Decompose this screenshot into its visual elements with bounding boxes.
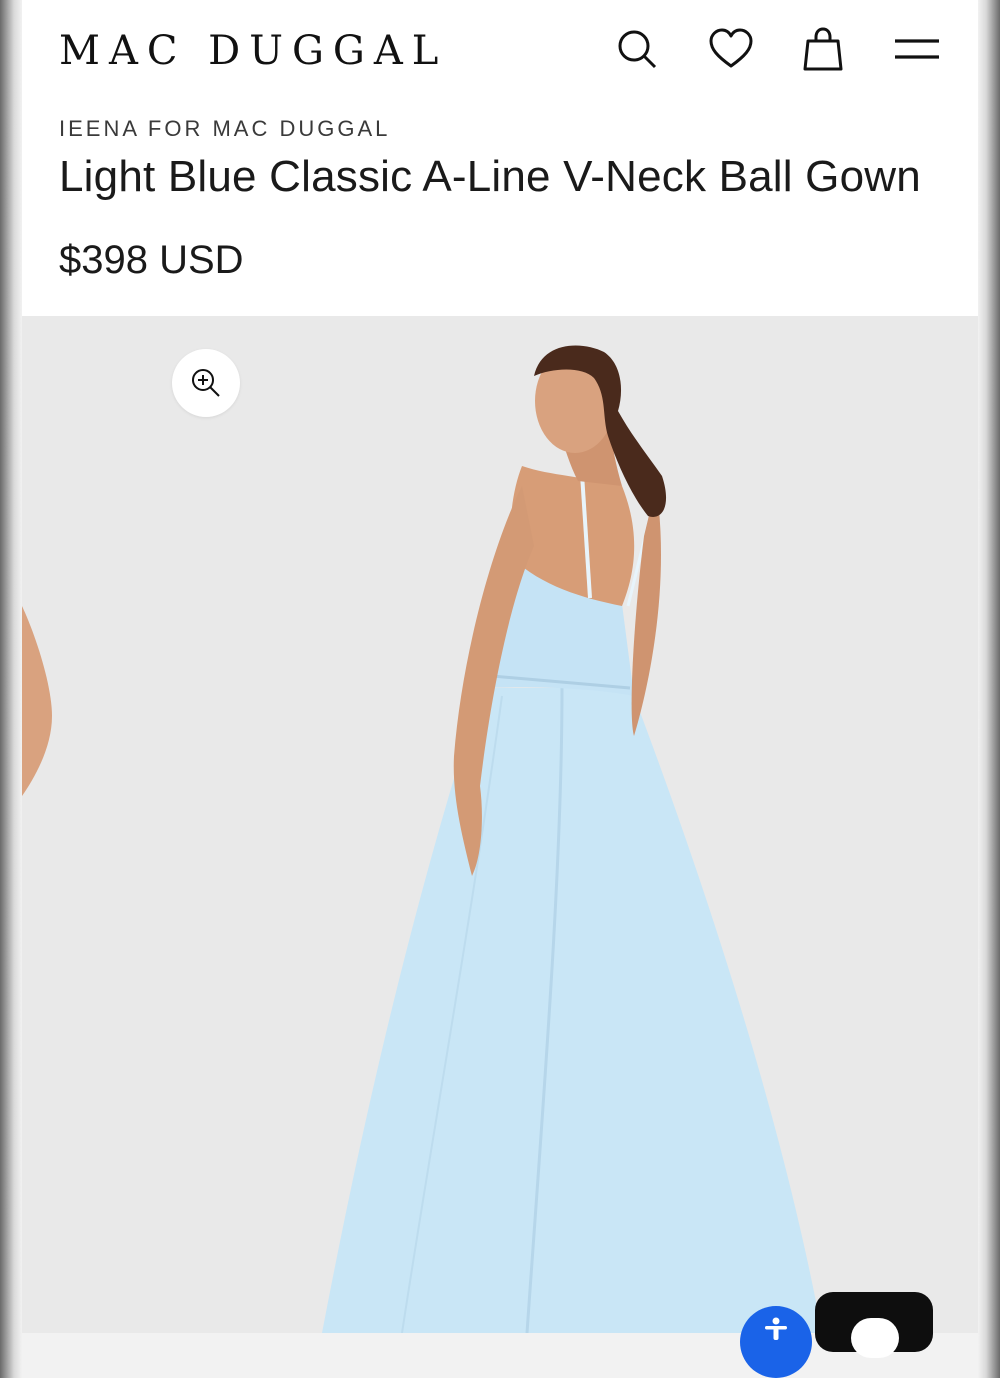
zoom-button[interactable] — [172, 349, 240, 417]
menu-button[interactable] — [892, 24, 942, 74]
brand-logo[interactable]: MAC DUGGAL — [59, 28, 447, 74]
menu-icon — [895, 39, 939, 59]
search-icon — [618, 30, 657, 69]
product-image-gallery[interactable] — [22, 316, 978, 1333]
shopping-bag-icon — [803, 27, 843, 71]
chat-button[interactable] — [815, 1292, 933, 1358]
accessibility-button[interactable] — [740, 1306, 812, 1378]
previous-image-peek — [22, 606, 52, 796]
accessibility-icon — [765, 1317, 787, 1340]
search-button[interactable] — [612, 24, 662, 74]
wishlist-button[interactable] — [706, 24, 756, 74]
model-arm — [631, 486, 661, 736]
cart-button[interactable] — [798, 24, 848, 74]
product-page: MAC DUGGAL IEENA FOR MAC DUGGAL Light Bl… — [22, 0, 978, 1333]
chat-icon — [851, 1318, 899, 1358]
product-price: $398 USD — [59, 238, 244, 282]
heart-icon — [709, 28, 753, 68]
zoom-in-icon — [192, 369, 220, 397]
gown-skirt — [322, 688, 822, 1333]
designer-name[interactable]: IEENA FOR MAC DUGGAL — [59, 116, 390, 142]
product-photo[interactable] — [22, 316, 978, 1333]
product-title: Light Blue Classic A-Line V-Neck Ball Go… — [59, 152, 921, 201]
